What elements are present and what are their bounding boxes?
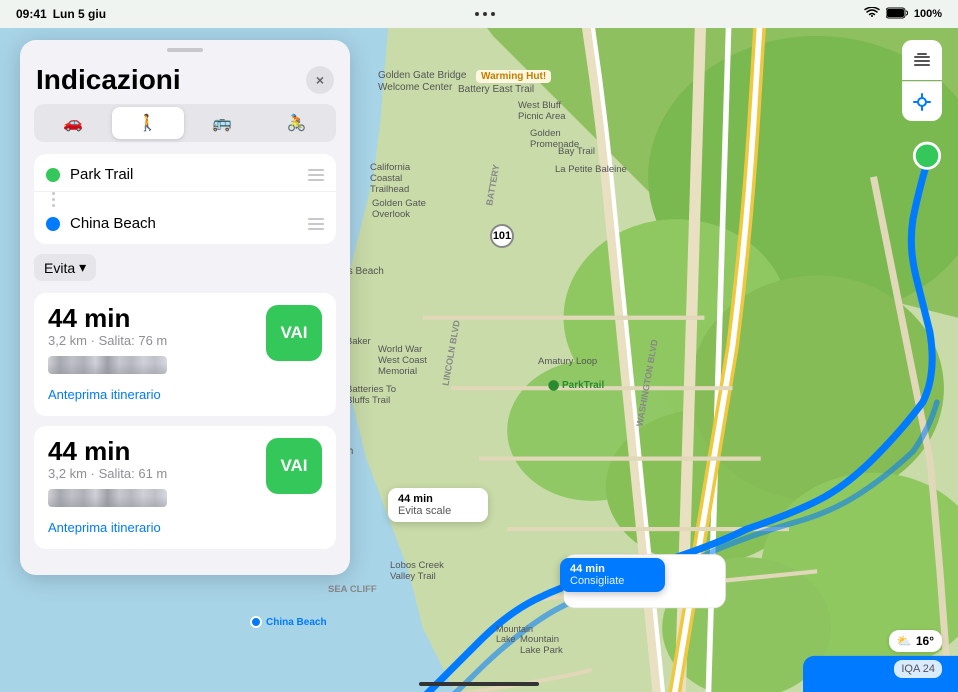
evita-label: Evita	[44, 260, 75, 276]
map-label-ca-coastal: CaliforniaCoastalTrailhead	[370, 162, 410, 195]
route-card-2-top: 44 min 3,2 km · Salita: 61 m VAI	[48, 438, 322, 513]
popup-label-1: Evita scale	[398, 505, 478, 517]
status-bar-center	[475, 12, 495, 16]
sidebar-header: Indicazioni ×	[20, 56, 350, 104]
status-bar-right: 100%	[864, 7, 942, 22]
map-label-sea-cliff: SEA CLIFF	[328, 584, 377, 595]
route-2-details: 3,2 km · Salita: 61 m	[48, 466, 167, 481]
map-label-amatury: Amatury Loop	[538, 356, 597, 367]
route-1-details: 3,2 km · Salita: 76 m	[48, 333, 167, 348]
destination-dot	[46, 217, 60, 231]
sidebar-title: Indicazioni	[36, 64, 181, 96]
chevron-down-icon: ▾	[79, 259, 86, 276]
destination-drag-handle[interactable]	[308, 218, 324, 230]
map-label-gg-overlook: Golden GateOverlook	[372, 198, 426, 220]
close-button[interactable]: ×	[306, 66, 334, 94]
panel-handle	[167, 48, 203, 52]
route-2-elevation	[48, 489, 167, 507]
wifi-icon	[864, 7, 880, 22]
popup-time-1: 44 min	[398, 493, 478, 505]
map-label-101: 101	[490, 224, 514, 248]
route-inputs: Park Trail China Beach	[34, 154, 336, 244]
destination-text: China Beach	[70, 215, 298, 232]
aqi-badge: IQA 24	[894, 660, 942, 678]
tab-car[interactable]: 🚗	[37, 107, 110, 139]
battery-percent: 100%	[914, 8, 942, 20]
origin-text: Park Trail	[70, 166, 298, 183]
weather-badge: ⛅ 16°	[889, 630, 942, 652]
map-label-mountain-lake: MountainLake	[496, 624, 533, 644]
battery-icon	[886, 7, 908, 22]
tab-walking[interactable]: 🚶	[112, 107, 185, 139]
map-controls	[902, 40, 942, 121]
route-1-preview-link[interactable]: Anteprima itinerario	[48, 387, 161, 402]
map-label-china-beach: China Beach	[250, 616, 327, 628]
map-label-park-trail: ⬤ ParkTrail	[548, 380, 604, 391]
route-1-info: 44 min 3,2 km · Salita: 76 m	[48, 305, 167, 380]
map-popup-consigliate[interactable]: 44 min Consigliate	[560, 558, 665, 592]
origin-drag-handle[interactable]	[308, 169, 324, 181]
dot1	[475, 12, 479, 16]
route-2-time: 44 min	[48, 438, 167, 464]
route-1-vai-button[interactable]: VAI	[266, 305, 322, 361]
status-bar-left: 09:41 Lun 5 giu	[16, 7, 106, 21]
location-button[interactable]	[902, 81, 942, 121]
route-card-1[interactable]: 44 min 3,2 km · Salita: 76 m VAI Antepri…	[34, 293, 336, 416]
dot2	[483, 12, 487, 16]
popup-label-2: Consigliate	[570, 575, 655, 587]
popup-time-2: 44 min	[570, 563, 655, 575]
weather-icon: ⛅	[897, 634, 912, 648]
route-card-2[interactable]: 44 min 3,2 km · Salita: 61 m VAI Antepri…	[34, 426, 336, 549]
date: Lun 5 giu	[53, 7, 106, 21]
map-label-gg-welcome: Golden Gate BridgeWelcome Center	[378, 70, 466, 94]
map-layers-button[interactable]	[902, 40, 942, 80]
route-2-preview-link[interactable]: Anteprima itinerario	[48, 520, 161, 535]
directions-panel: Indicazioni × 🚗 🚶 🚌 🚴 Park Trail	[20, 40, 350, 575]
map-label-petite-baleine: La Petite Baleine	[555, 164, 627, 175]
map-label-battery-east: Battery East Trail	[458, 84, 534, 95]
map-label-batteries-bluffs: Batteries ToBluffs Trail	[346, 384, 396, 406]
transport-tabs: 🚗 🚶 🚌 🚴	[34, 104, 336, 142]
aqi-value: IQA 24	[901, 663, 935, 675]
origin-dot	[46, 168, 60, 182]
map-label-ww-memorial: World WarWest CoastMemorial	[378, 344, 427, 377]
route-card-1-top: 44 min 3,2 km · Salita: 76 m VAI	[48, 305, 322, 380]
origin-row[interactable]: Park Trail	[34, 158, 336, 192]
map-label-west-bluff: West BluffPicnic Area	[518, 100, 566, 122]
map-label-bay-trail: Bay Trail	[558, 146, 595, 157]
route-2-info: 44 min 3,2 km · Salita: 61 m	[48, 438, 167, 513]
tab-cycling[interactable]: 🚴	[261, 107, 334, 139]
route-1-elevation	[48, 356, 167, 374]
dot3	[491, 12, 495, 16]
map-label-warming-hut: Warming Hut!	[476, 70, 551, 83]
tab-transit[interactable]: 🚌	[186, 107, 259, 139]
status-bar: 09:41 Lun 5 giu 100%	[0, 0, 958, 28]
weather-temp: 16°	[916, 634, 934, 648]
map-label-lobos-creek: Lobos CreekValley Trail	[390, 560, 444, 582]
home-indicator	[419, 682, 539, 686]
destination-row[interactable]: China Beach	[34, 207, 336, 240]
route-1-time: 44 min	[48, 305, 167, 331]
time: 09:41	[16, 7, 47, 21]
route-2-vai-button[interactable]: VAI	[266, 438, 322, 494]
evita-button[interactable]: Evita ▾	[34, 254, 96, 281]
map-popup-evita-scale[interactable]: 44 min Evita scale	[388, 488, 488, 522]
